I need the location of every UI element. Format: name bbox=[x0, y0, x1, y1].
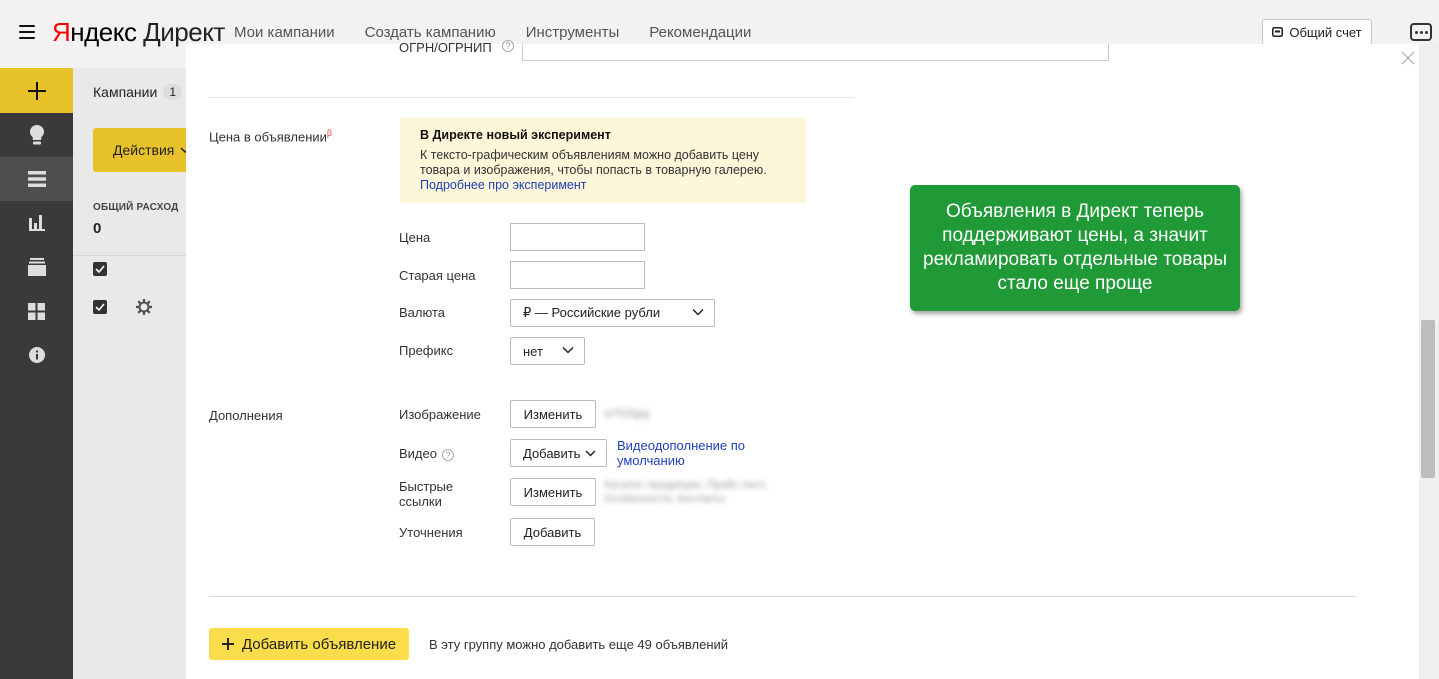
currency-select-value: ₽ — Российские рубли bbox=[523, 305, 661, 320]
price-section-label-text: Цена в объявлении bbox=[209, 129, 327, 145]
callouts-label: Уточнения bbox=[399, 525, 463, 540]
menu-icon[interactable] bbox=[19, 25, 35, 39]
experiment-link[interactable]: Подробнее про эксперимент bbox=[420, 178, 786, 193]
total-spend-value: 0 bbox=[93, 220, 102, 237]
annotation-callout: Объявления в Директ теперь поддерживают … bbox=[910, 185, 1240, 311]
price-input[interactable] bbox=[510, 223, 645, 251]
prefix-select[interactable]: нет bbox=[510, 337, 585, 365]
ogrn-input[interactable] bbox=[522, 44, 1109, 61]
prefix-label: Префикс bbox=[399, 343, 454, 358]
campaigns-title-text: Кампании bbox=[93, 84, 158, 100]
add-ad-note: В эту группу можно добавить еще 49 объяв… bbox=[429, 637, 729, 652]
plus-icon bbox=[27, 81, 46, 100]
nav-tools[interactable]: Инструменты bbox=[526, 24, 620, 41]
change-image-button[interactable]: Изменить bbox=[510, 400, 596, 428]
chevron-down-icon bbox=[692, 308, 704, 316]
add-callouts-button-label: Добавить bbox=[523, 524, 582, 540]
sidebar-item-info[interactable] bbox=[0, 333, 73, 377]
plus-icon bbox=[221, 638, 234, 650]
add-callouts-button[interactable]: Добавить bbox=[510, 518, 595, 546]
scrollbar-thumb[interactable] bbox=[1421, 320, 1435, 478]
chat-icon[interactable] bbox=[1410, 23, 1432, 41]
close-icon[interactable] bbox=[1398, 48, 1418, 68]
total-spend-label: ОБЩИЙ РАСХОД bbox=[93, 202, 179, 213]
logo-product: Директ bbox=[143, 17, 225, 47]
sidebar-item-archive[interactable] bbox=[0, 245, 73, 289]
list-icon bbox=[27, 171, 46, 187]
checkmark-icon bbox=[95, 265, 105, 273]
divider bbox=[209, 596, 1356, 597]
sitelinks-value: Каталог продукции, Прайс-лист, Особеннос… bbox=[604, 479, 767, 505]
ogrn-label: ОГРН/ОГРНИП bbox=[399, 40, 492, 55]
add-ad-button-label: Добавить объявление bbox=[241, 635, 397, 653]
campaign-checkbox[interactable] bbox=[93, 300, 107, 314]
info-icon bbox=[28, 347, 45, 363]
currency-label: Валюта bbox=[399, 305, 445, 320]
account-button-label: Общий счет bbox=[1289, 24, 1362, 40]
sidebar-item-recommendations[interactable] bbox=[0, 113, 73, 157]
campaigns-count-badge: 1 bbox=[163, 84, 182, 100]
change-sitelinks-button-label: Изменить bbox=[523, 484, 583, 500]
top-nav: Мои кампании Создать кампанию Инструмент… bbox=[234, 24, 751, 41]
campaigns-title: Кампании 1 bbox=[93, 84, 182, 100]
add-video-button-label: Добавить bbox=[523, 445, 581, 461]
extensions-label: Дополнения bbox=[209, 408, 283, 423]
old-price-label: Старая цена bbox=[399, 268, 476, 283]
gear-icon[interactable] bbox=[136, 299, 152, 315]
annotation-callout-text: Объявления в Директ теперь поддерживают … bbox=[923, 201, 1227, 294]
actions-button-label: Действия bbox=[113, 142, 175, 158]
logo-letter: Я bbox=[52, 17, 71, 47]
default-video-link[interactable]: Видеодополнение по умолчанию bbox=[617, 438, 767, 468]
prefix-select-value: нет bbox=[523, 343, 543, 359]
sidebar-item-campaigns[interactable] bbox=[0, 157, 73, 201]
video-label-text: Видео bbox=[399, 446, 437, 461]
video-label: Видео? bbox=[399, 446, 454, 461]
logo-brand: ндекс bbox=[70, 17, 137, 47]
add-ad-button[interactable]: Добавить объявление bbox=[209, 628, 409, 660]
wallet-icon bbox=[1272, 27, 1284, 37]
account-button[interactable]: Общий счет bbox=[1262, 19, 1372, 45]
old-price-input[interactable] bbox=[510, 261, 645, 289]
add-button[interactable] bbox=[0, 68, 73, 113]
sidebar-item-statistics[interactable] bbox=[0, 201, 73, 245]
experiment-notice: В Директе новый эксперимент К тексто-гра… bbox=[400, 118, 806, 203]
divider bbox=[73, 255, 203, 256]
campaigns-panel: Кампании 1 Действия ОБЩИЙ РАСХОД 0 bbox=[73, 68, 213, 679]
nav-create-campaign[interactable]: Создать кампанию bbox=[365, 24, 496, 41]
bar-chart-icon bbox=[28, 215, 45, 231]
price-section-label: Цена в объявленииβ bbox=[209, 128, 332, 144]
sitelinks-label: Быстрые ссылки bbox=[399, 479, 454, 509]
checkmark-icon bbox=[95, 303, 105, 311]
grid-icon bbox=[28, 302, 45, 320]
change-image-button-label: Изменить bbox=[523, 406, 583, 422]
sidebar-item-apps[interactable] bbox=[0, 289, 73, 333]
chevron-down-icon bbox=[585, 449, 596, 457]
change-sitelinks-button[interactable]: Изменить bbox=[510, 478, 596, 506]
archive-icon bbox=[27, 258, 46, 276]
beta-badge: β bbox=[326, 128, 333, 138]
divider bbox=[209, 97, 854, 98]
experiment-title: В Директе новый эксперимент bbox=[420, 128, 611, 142]
nav-recommendations[interactable]: Рекомендации bbox=[649, 24, 751, 41]
help-icon[interactable]: ? bbox=[502, 40, 514, 52]
image-label: Изображение bbox=[399, 407, 481, 422]
experiment-text: К тексто-графическим объявлениям можно д… bbox=[420, 148, 767, 177]
lightbulb-icon bbox=[29, 125, 44, 145]
add-video-button[interactable]: Добавить bbox=[510, 439, 607, 467]
image-filename: a7f1f3jpg bbox=[604, 408, 650, 420]
nav-my-campaigns[interactable]: Мои кампании bbox=[234, 24, 335, 41]
chevron-down-icon bbox=[562, 346, 574, 354]
help-icon[interactable]: ? bbox=[441, 448, 454, 461]
price-label: Цена bbox=[399, 230, 431, 245]
currency-select[interactable]: ₽ — Российские рубли bbox=[510, 299, 715, 327]
select-all-checkbox[interactable] bbox=[93, 262, 107, 276]
sidebar bbox=[0, 68, 73, 679]
